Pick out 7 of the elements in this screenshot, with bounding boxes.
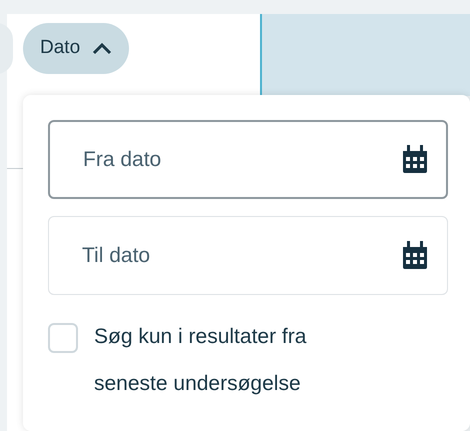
caret-icon [92,42,112,54]
calendar-icon[interactable] [402,241,428,269]
checkbox[interactable] [48,323,78,353]
filter-chip[interactable]: Dato [23,23,130,74]
date-field[interactable]: Fra dato [48,120,448,199]
checkbox-label: Søg kun i resultater fra seneste undersøgelse [94,324,308,397]
calendar-icon[interactable] [402,145,428,173]
